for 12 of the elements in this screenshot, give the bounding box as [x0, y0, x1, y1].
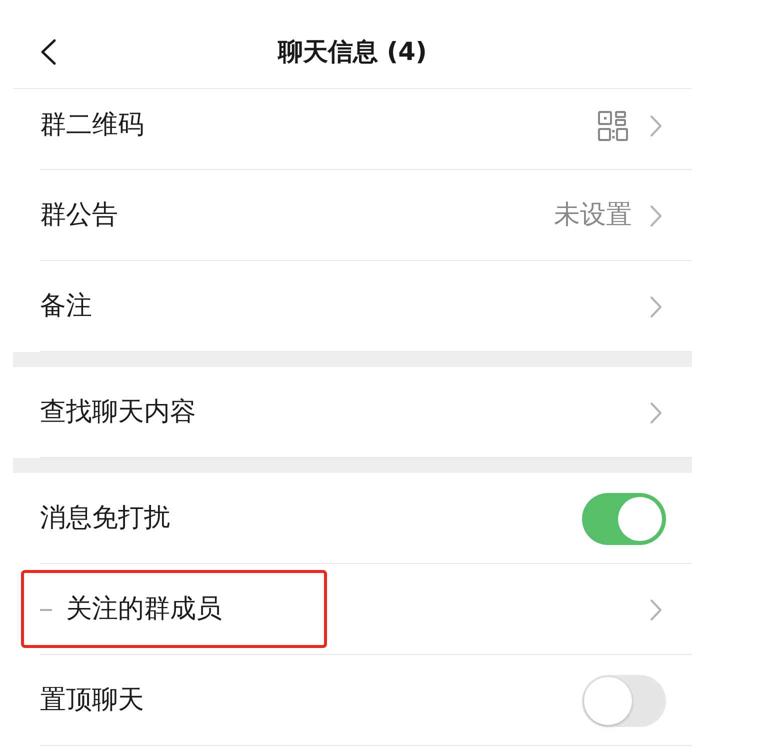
qr-code-icon	[598, 110, 628, 140]
chevron-right-icon	[650, 402, 662, 424]
chevron-right-icon	[650, 296, 662, 318]
page-title: 聊天信息 (4)	[278, 37, 427, 67]
toggle-switch[interactable]	[582, 674, 666, 726]
row-label: 置顶聊天	[40, 684, 145, 716]
toggle-switch[interactable]	[582, 492, 666, 544]
chevron-right-icon	[650, 114, 662, 136]
back-icon[interactable]	[40, 39, 57, 65]
chevron-right-icon	[650, 598, 662, 620]
chevron-right-icon	[650, 204, 662, 226]
row-label: 消息免打扰	[40, 502, 171, 534]
